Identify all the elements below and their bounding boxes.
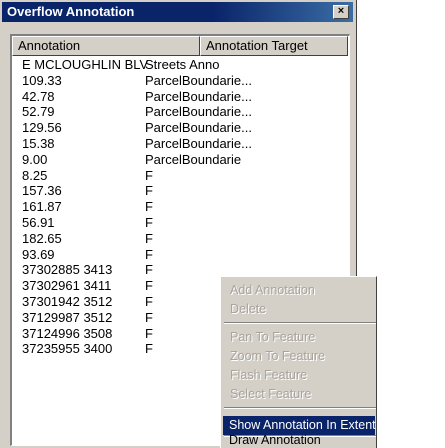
table-row[interactable]: 52.79 ParcelBoundarie... [12, 104, 349, 120]
annotation-target-cell: ParcelBoundarie... [145, 136, 252, 151]
table-row[interactable]: 42.78 ParcelBoundarie... [12, 88, 349, 104]
table-row[interactable]: 182.65 F [12, 230, 349, 246]
annotation-target-cell: F [145, 246, 153, 262]
menu-item-add-annotation[interactable]: Add Annotation [224, 281, 376, 300]
menu-item-zoom-to-feature[interactable]: Zoom To Feature [224, 347, 376, 366]
table-row[interactable]: 56.91 F [12, 215, 349, 230]
annotation-target-cell: ParcelBoundarie... [145, 104, 252, 120]
column-header-annotation-target[interactable]: Annotation Target [200, 36, 348, 56]
menu-separator [224, 407, 376, 409]
window-title: Overflow Annotation [7, 4, 135, 19]
close-button[interactable]: × [333, 5, 349, 19]
table-row[interactable]: 109.33 ParcelBoundarie... [12, 72, 349, 88]
annotation-target-cell: F [145, 199, 153, 215]
table-row[interactable]: 93.69 F [12, 246, 349, 262]
menu-separator [224, 322, 376, 324]
table-row[interactable]: 161.87 F [12, 199, 349, 215]
annotation-target-cell: F [145, 167, 153, 183]
menu-item-pan-to-feature[interactable]: Pan To Feature [224, 328, 376, 347]
column-header-annotation[interactable]: Annotation [12, 36, 200, 56]
annotation-target-cell: F [145, 230, 153, 246]
annotation-target-cell: Streets Anno [145, 57, 220, 72]
table-row[interactable]: E MCLOUGHLIN BLV Streets Anno [12, 57, 349, 72]
title-bar[interactable]: Overflow Annotation × [2, 2, 353, 22]
annotation-target-cell: ParcelBoundarie [145, 151, 242, 167]
annotation-target-cell: ParcelBoundarie... [145, 120, 252, 136]
list-header: Annotation Annotation Target [12, 36, 349, 56]
menu-item-draw-annotation[interactable]: Draw Annotation [223, 433, 375, 448]
table-row[interactable]: 157.36 F [12, 183, 349, 199]
menu-item-select-feature[interactable]: Select Feature [224, 385, 376, 404]
annotation-target-cell: ParcelBoundarie... [145, 88, 252, 104]
annotation-target-cell: F [145, 215, 153, 230]
menu-item-delete[interactable]: Delete [224, 300, 376, 319]
table-row[interactable]: 15.38 ParcelBoundarie... [12, 136, 349, 151]
table-row[interactable]: 129.56 ParcelBoundarie... [12, 120, 349, 136]
annotation-target-cell: ParcelBoundarie... [145, 72, 252, 88]
table-row[interactable]: 9.00 ParcelBoundarie [12, 151, 349, 167]
table-row[interactable]: 8.25 F [12, 167, 349, 183]
menu-item-flash-feature[interactable]: Flash Feature [224, 366, 376, 385]
annotation-target-cell: F [145, 183, 153, 199]
